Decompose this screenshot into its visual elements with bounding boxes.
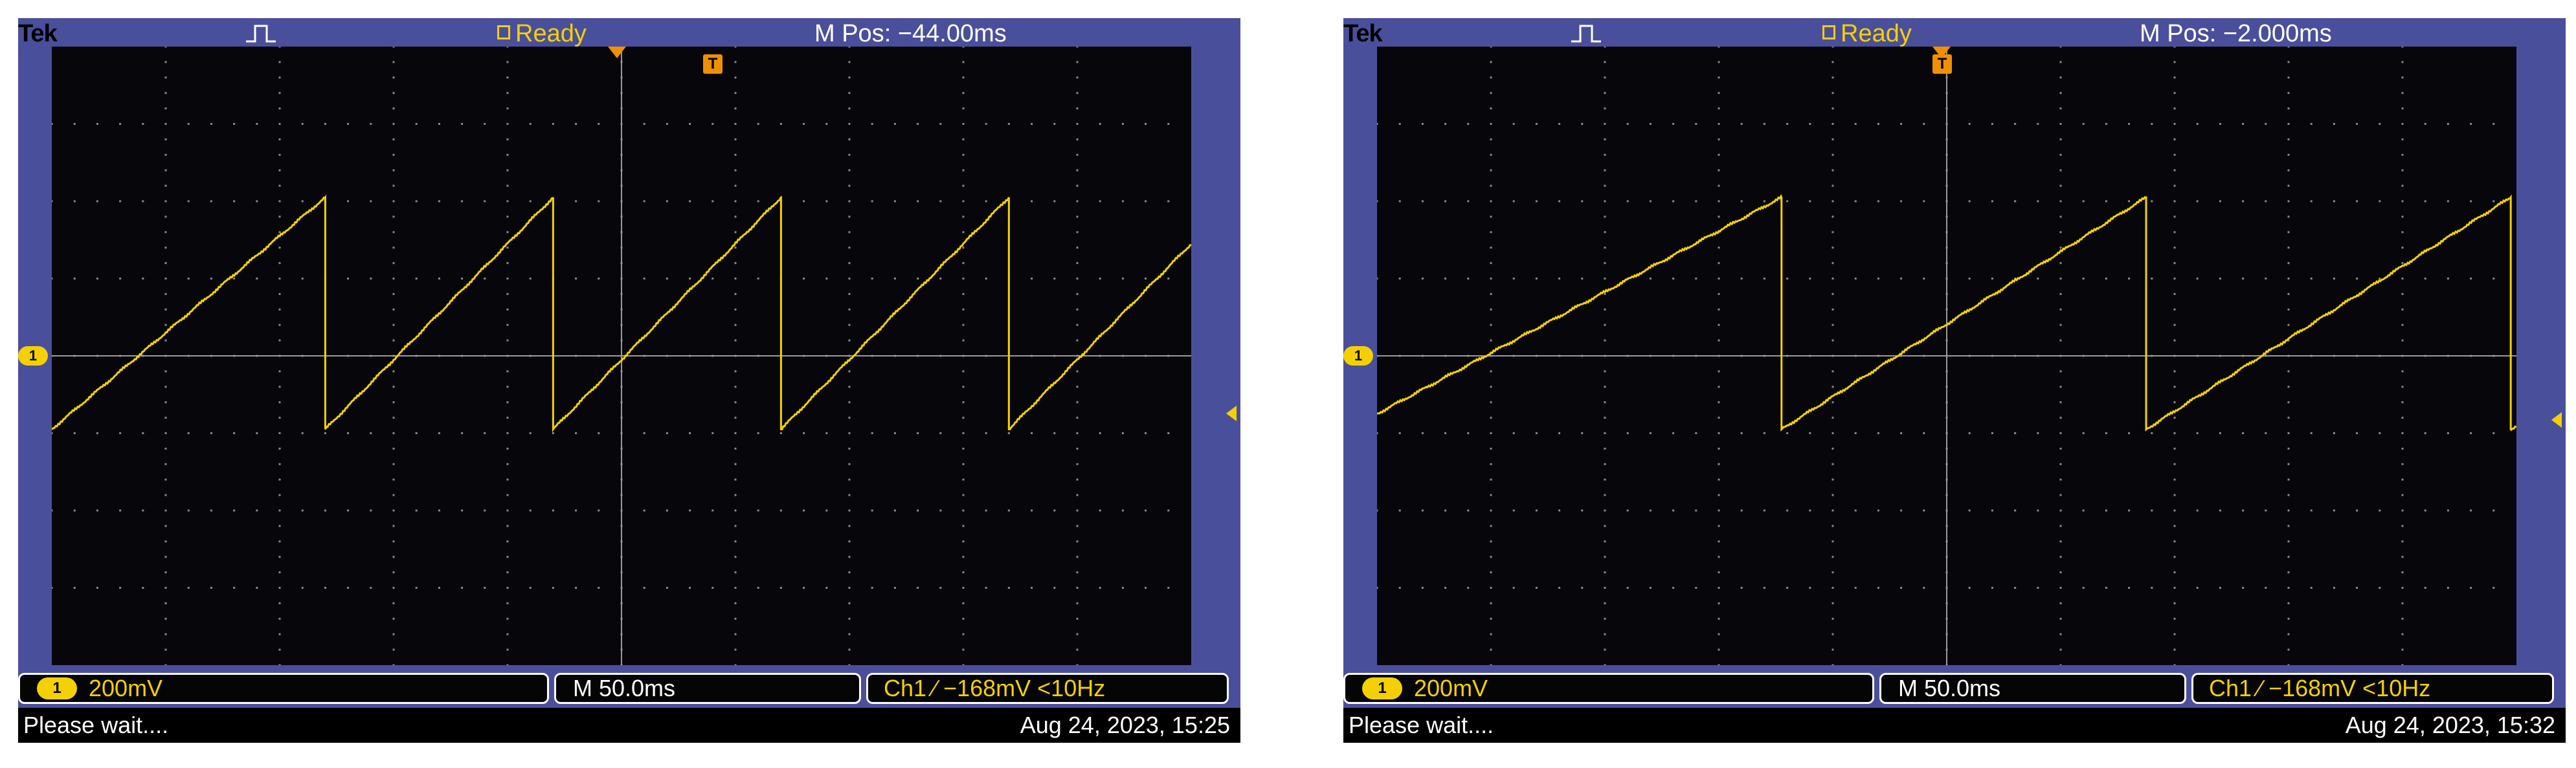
trigger-box[interactable]: Ch1 ∕ −168mV <10Hz [866,673,1229,704]
ch1-trace [1377,193,2516,432]
waveform-graticule [1377,47,2516,665]
timestamp: Aug 24, 2023, 15:25 [1020,712,1230,738]
pulse-icon [1571,25,1601,43]
ch1-waveform-line [52,194,1191,433]
acquisition-status: Ready [497,18,587,49]
ch1-label: 1 [37,677,77,699]
status-bar: Please wait.... Aug 24, 2023, 15:32 [1343,708,2566,743]
oscilloscope-screen-left: Tek Ready M Pos: −44.00ms T 1 1 200mV M 5… [18,18,1240,743]
brand-label: Tek [1343,20,1383,47]
status-message: Please wait.... [23,712,169,738]
timestamp: Aug 24, 2023, 15:32 [2345,712,2555,738]
ch1-waveform-line [1377,193,2516,432]
position-readout: M Pos: −2.000ms [2140,20,2332,47]
trigger-position-icon [608,47,626,58]
status-message: Please wait.... [1349,712,1494,738]
run-state-icon [1822,25,1835,39]
position-readout: M Pos: −44.00ms [814,20,1007,47]
timebase-box[interactable]: M 50.0ms [1879,673,2186,704]
status-label: Ready [1841,20,1912,47]
waveform-graticule [52,47,1191,665]
ch1-ground-marker: 1 [1343,346,1373,366]
volts-per-div: 200mV [89,675,163,701]
volts-per-div: 200mV [1414,675,1488,701]
trigger-marker: T [1932,54,1952,74]
trigger-box[interactable]: Ch1 ∕ −168mV <10Hz [2191,673,2554,704]
oscilloscope-screen-right: Tek Ready M Pos: −2.000ms T 1 1 200mV M 5… [1343,18,2566,743]
acquisition-status: Ready [1822,18,1912,49]
status-bar: Please wait.... Aug 24, 2023, 15:25 [18,708,1240,743]
trigger-level-icon [2551,412,2562,428]
ch1-scale-box[interactable]: 1 200mV [1343,673,1874,704]
timebase-box[interactable]: M 50.0ms [554,673,861,704]
trigger-marker: T [703,54,722,74]
ch1-scale-box[interactable]: 1 200mV [18,673,549,704]
ch1-label: 1 [1362,677,1402,699]
status-label: Ready [515,20,587,47]
pulse-icon [246,25,276,43]
run-state-icon [497,25,510,39]
ch1-trace [52,194,1191,433]
brand-label: Tek [18,20,58,47]
trigger-level-icon [1226,406,1237,421]
ch1-ground-marker: 1 [18,346,48,366]
